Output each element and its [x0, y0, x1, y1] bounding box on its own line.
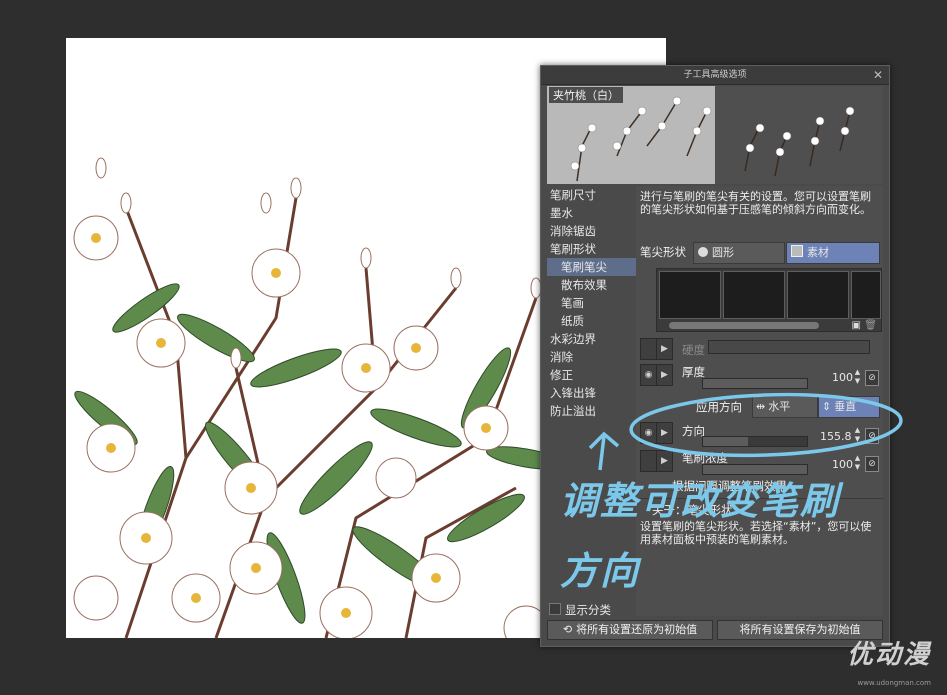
save-all-label: 将所有设置保存为初始值 [739, 623, 861, 636]
direction-settings-icon[interactable]: ⊘ [865, 428, 879, 444]
horizontal-icon: ⇹ [756, 400, 766, 413]
material-icon [791, 245, 803, 257]
hardness-expand-button[interactable]: ▶ [656, 338, 673, 360]
circle-icon [698, 247, 708, 257]
apply-direction-vertical[interactable]: ⇕ 垂直 [818, 396, 880, 418]
hardness-label: 硬度 [682, 343, 705, 357]
category-description: 进行与笔刷的笔尖有关的设置。您可以设置笔刷的笔尖形状如何基于压感笔的倾斜方向而变… [640, 190, 871, 216]
brush-name: 夹竹桃（白） [549, 87, 623, 103]
reset-icon: ⟲ [562, 623, 573, 636]
category-correction[interactable]: 修正 [547, 366, 637, 384]
density-expand-button[interactable]: ▶ [656, 450, 673, 472]
tip-material-thumb[interactable] [787, 271, 849, 319]
category-watercolor-edge[interactable]: 水彩边界 [547, 330, 637, 348]
direction-spinner[interactable]: ▲ ▼ [852, 426, 863, 444]
delete-icon[interactable]: 🗑 [864, 320, 877, 331]
thickness-settings-icon[interactable]: ⊘ [865, 370, 879, 386]
direction-pressure-button[interactable]: ◉ [640, 422, 657, 444]
brush-preview: 夹竹桃（白） [547, 86, 883, 184]
category-brush-shape[interactable]: 笔刷形状 [547, 240, 637, 258]
close-icon[interactable]: ✕ [873, 66, 883, 84]
dialog-titlebar[interactable]: 子工具高级选项 ✕ [541, 66, 889, 85]
annotation-text-line2: 方向 [560, 549, 641, 593]
density-settings-icon[interactable]: ⊘ [865, 456, 879, 472]
thickness-expand-button[interactable]: ▶ [656, 364, 673, 386]
thickness-slider[interactable] [702, 378, 808, 389]
dialog-footer: ⟲ 将所有设置还原为初始值 将所有设置保存为初始值 [547, 620, 883, 640]
category-brush-size[interactable]: 笔刷尺寸 [547, 186, 637, 204]
density-spinner[interactable]: ▲ ▼ [852, 454, 863, 472]
watermark-logo: 优动漫 [846, 640, 931, 670]
category-prevent-spill[interactable]: 防止溢出 [547, 402, 637, 420]
tip-shape-row: 笔尖形状 圆形 素材 [636, 240, 883, 264]
category-spray-effect[interactable]: 散布效果 [547, 276, 637, 294]
show-category-checkbox[interactable]: 显示分类 [549, 602, 611, 618]
category-brush-tip[interactable]: 笔刷笔尖 [547, 258, 637, 276]
direction-value[interactable]: 155.8 [820, 430, 852, 443]
category-stroke[interactable]: 笔画 [547, 294, 637, 312]
horizontal-label: 水平 [768, 400, 791, 413]
circle-option-label: 圆形 [712, 246, 734, 259]
hardness-pressure-button[interactable] [640, 338, 657, 360]
tip-shape-circle-option[interactable]: 圆形 [693, 242, 785, 264]
category-texture[interactable]: 纸质 [547, 312, 637, 330]
settings-content: 进行与笔刷的笔尖有关的设置。您可以设置笔刷的笔尖形状如何基于压感笔的倾斜方向而变… [636, 186, 883, 616]
checkbox-box[interactable] [549, 603, 561, 615]
vertical-label: 垂直 [834, 400, 857, 413]
material-option-label: 素材 [807, 246, 829, 259]
direction-slider[interactable] [702, 436, 808, 447]
annotation-text-line1: 调整可改变笔刷 [560, 479, 841, 523]
apply-direction-horizontal[interactable]: ⇹ 水平 [752, 396, 818, 418]
direction-expand-button[interactable]: ▶ [656, 422, 673, 444]
tip-material-thumb[interactable] [851, 271, 881, 319]
add-material-icon[interactable]: ▣ [852, 320, 861, 331]
density-pressure-button[interactable] [640, 450, 657, 472]
tip-material-list[interactable]: ▣ 🗑 [656, 268, 882, 332]
show-category-label: 显示分类 [565, 603, 611, 617]
category-ink[interactable]: 墨水 [547, 204, 637, 222]
tip-shape-label: 笔尖形状 [640, 245, 686, 259]
watermark-url: www.udongman.com [857, 679, 931, 687]
category-anti-aliasing[interactable]: 消除锯齿 [547, 222, 637, 240]
tip-material-thumb[interactable] [723, 271, 785, 319]
tip-material-thumb[interactable] [659, 271, 721, 319]
reset-all-button[interactable]: ⟲ 将所有设置还原为初始值 [547, 620, 713, 640]
thickness-spinner[interactable]: ▲ ▼ [852, 368, 863, 386]
category-list: 笔刷尺寸 墨水 消除锯齿 笔刷形状 笔刷笔尖 散布效果 笔画 纸质 水彩边界 消… [547, 186, 637, 596]
thumb-scrollbar[interactable] [669, 322, 819, 329]
dialog-title: 子工具高级选项 [683, 70, 747, 80]
vertical-icon: ⇕ [822, 400, 832, 413]
reset-all-label: 将所有设置还原为初始值 [576, 623, 698, 636]
apply-direction-label: 应用方向 [696, 400, 742, 414]
category-erase[interactable]: 消除 [547, 348, 637, 366]
thickness-value[interactable]: 100 [832, 371, 853, 384]
tip-shape-material-option[interactable]: 素材 [786, 242, 880, 264]
thickness-pressure-button[interactable]: ◉ [640, 364, 657, 386]
category-starting-ending[interactable]: 入锋出锋 [547, 384, 637, 402]
preview-dark [715, 86, 883, 184]
hardness-slider [708, 340, 870, 354]
